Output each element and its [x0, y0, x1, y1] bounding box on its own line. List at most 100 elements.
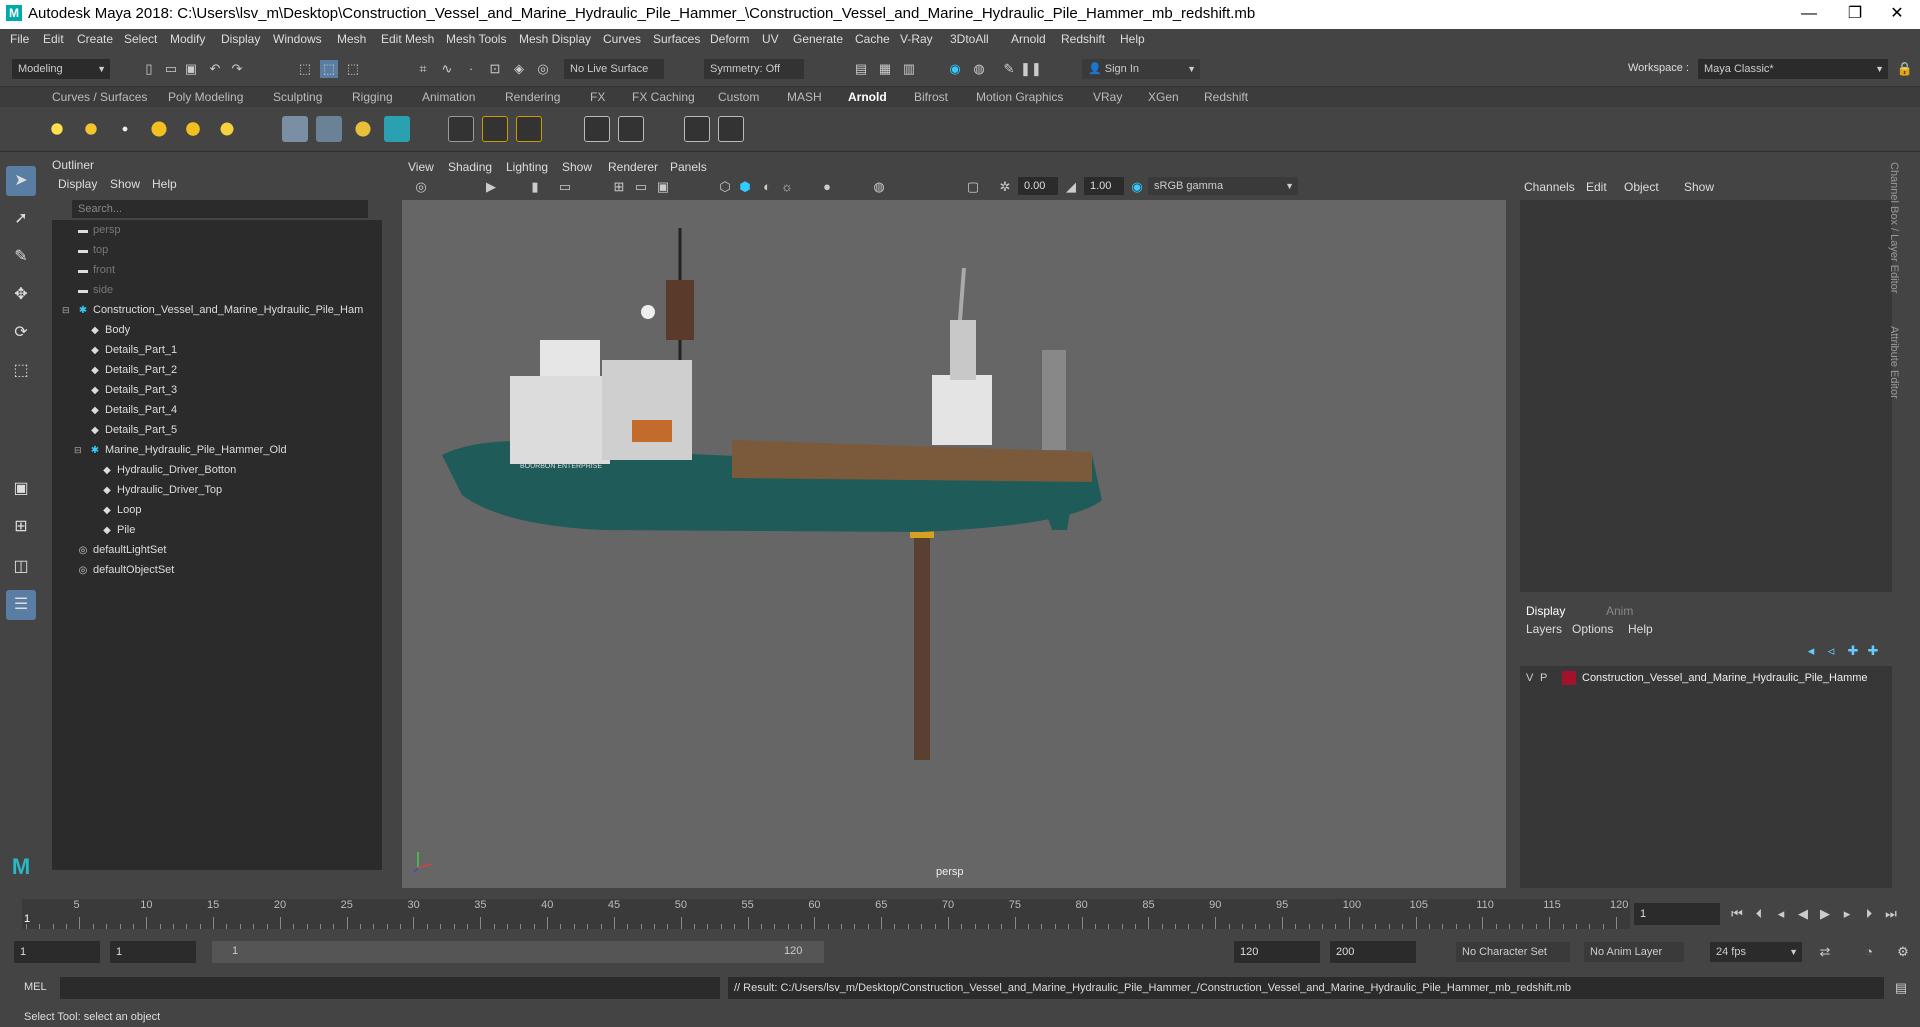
outliner-item[interactable]: ◎ defaultObjectSet — [52, 560, 175, 580]
channel-box-area[interactable] — [1520, 200, 1892, 592]
shelf-tab-arnold[interactable]: Arnold — [848, 90, 887, 104]
snap-curve-icon[interactable]: ∿ — [438, 60, 456, 78]
resolution-gate-icon[interactable]: ▣ — [654, 178, 672, 196]
outliner-menu-help[interactable]: Help — [152, 177, 177, 191]
workspace-dropdown[interactable]: Maya Classic* ▼ — [1698, 59, 1888, 79]
menu-create[interactable]: Create — [77, 32, 113, 46]
camera-attributes-icon[interactable]: ▶ — [482, 178, 500, 196]
auto-key-icon[interactable]: ◔ — [1860, 943, 1878, 961]
close-button[interactable]: ✕ — [1874, 0, 1920, 29]
undo-icon[interactable]: ↶ — [206, 60, 224, 78]
menu-mesh-display[interactable]: Mesh Display — [519, 32, 591, 46]
render-frame-icon[interactable]: ▦ — [876, 60, 894, 78]
channel-menu-edit[interactable]: Edit — [1586, 180, 1607, 194]
character-set-dropdown[interactable]: No Character Set — [1456, 942, 1570, 962]
menu-help[interactable]: Help — [1120, 32, 1145, 46]
outliner-item[interactable]: ◆ Pile — [52, 520, 135, 540]
symmetry-dropdown[interactable]: Symmetry: Off — [704, 59, 804, 79]
photometric-light-icon[interactable] — [112, 116, 138, 142]
image-plane-icon[interactable]: ▭ — [556, 178, 574, 196]
viewport-menu-show[interactable]: Show — [562, 160, 592, 174]
shelf-tab-sculpting[interactable]: Sculpting — [273, 90, 322, 104]
outliner-item[interactable]: ◆ Details_Part_2 — [52, 360, 177, 380]
outliner-item[interactable]: ◆ Details_Part_1 — [52, 340, 177, 360]
layer-playback-toggle[interactable]: P — [1540, 668, 1547, 688]
shelf-tab-curves-surfaces[interactable]: Curves / Surfaces — [52, 90, 147, 104]
viewport-menu-view[interactable]: View — [408, 160, 434, 174]
move-layer-down-icon[interactable]: ◃ — [1822, 642, 1840, 660]
play-backward-icon[interactable]: ◀ — [1794, 905, 1812, 923]
shelf-tab-poly-modeling[interactable]: Poly Modeling — [168, 90, 243, 104]
snap-view-icon[interactable]: ⊡ — [486, 60, 504, 78]
outliner-item[interactable]: ◆ Body — [52, 320, 130, 340]
step-forward-key-icon[interactable]: ⏵ — [1860, 905, 1878, 923]
ipr-render-icon[interactable]: ▥ — [900, 60, 918, 78]
channel-box-side-tab[interactable]: Channel Box / Layer Editor — [1888, 162, 1900, 302]
shelf-tab-vray[interactable]: VRay — [1093, 90, 1122, 104]
new-scene-icon[interactable]: ▯ — [140, 60, 158, 78]
viewport-menu-panels[interactable]: Panels — [670, 160, 707, 174]
shelf-tab-mash[interactable]: MASH — [787, 90, 822, 104]
channel-menu-object[interactable]: Object — [1624, 180, 1659, 194]
render-view-icon[interactable]: ▤ — [852, 60, 870, 78]
toggle-icon[interactable]: ✎ — [1000, 60, 1018, 78]
menu-modify[interactable]: Modify — [170, 32, 205, 46]
exposure-field[interactable]: 0.00 — [1018, 177, 1058, 195]
time-ticks[interactable]: 5 10 15 20 25 30 35 40 45 50 55 60 65 70 75 80 85 90 95 100… — [22, 899, 1630, 929]
scene-end-field[interactable]: 200 — [1330, 941, 1416, 963]
layer-visibility-toggle[interactable]: V — [1526, 668, 1533, 688]
shelf-tab-fx-caching[interactable]: FX Caching — [632, 90, 695, 104]
menu-windows[interactable]: Windows — [273, 32, 322, 46]
restore-button[interactable]: ❐ — [1832, 0, 1878, 29]
layer-tab-display[interactable]: Display — [1526, 604, 1565, 618]
shelf-tab-bifrost[interactable]: Bifrost — [914, 90, 948, 104]
lasso-tool-icon[interactable]: ➚ — [6, 204, 36, 234]
current-time-marker[interactable]: 1 — [24, 913, 30, 925]
step-back-frame-icon[interactable]: ◂ — [1772, 905, 1790, 923]
shelf-tab-xgen[interactable]: XGen — [1148, 90, 1179, 104]
3d-viewport[interactable]: BOURBON ENTERPRISE persp — [402, 200, 1506, 888]
expand-toggle-icon[interactable]: ⊟ — [62, 300, 70, 320]
shelf-tab-motion-graphics[interactable]: Motion Graphics — [976, 90, 1063, 104]
playback-start-field[interactable]: 1 — [110, 941, 196, 963]
smooth-shade-icon[interactable]: ⬢ — [736, 178, 754, 196]
outliner-item[interactable]: ▬ side — [52, 280, 113, 300]
outliner-item[interactable]: ▬ front — [52, 260, 115, 280]
live-surface-field[interactable]: No Live Surface — [564, 59, 664, 79]
area-light-icon[interactable] — [44, 116, 70, 142]
range-slider[interactable]: 1 120 — [212, 941, 824, 963]
menu-edit-mesh[interactable]: Edit Mesh — [381, 32, 434, 46]
light-portal-icon[interactable] — [180, 116, 206, 142]
shelf-tab-animation[interactable]: Animation — [422, 90, 475, 104]
menu-curves[interactable]: Curves — [603, 32, 641, 46]
menu-file[interactable]: File — [10, 32, 29, 46]
current-frame-field[interactable]: 1 — [1634, 903, 1720, 925]
volume-icon[interactable] — [350, 116, 376, 142]
shelf-tab-redshift[interactable]: Redshift — [1204, 90, 1248, 104]
play-forward-icon[interactable]: ▶ — [1816, 905, 1834, 923]
render-settings-icon[interactable]: ◉ — [946, 60, 964, 78]
layer-color-swatch[interactable] — [1562, 671, 1576, 685]
mesh-light-icon[interactable] — [78, 116, 104, 142]
menu-cache[interactable]: Cache — [855, 32, 890, 46]
physical-sky-icon[interactable] — [214, 116, 240, 142]
open-scene-icon[interactable]: ▭ — [162, 60, 180, 78]
step-forward-frame-icon[interactable]: ▸ — [1838, 905, 1856, 923]
layer-name[interactable]: Construction_Vessel_and_Marine_Hydraulic… — [1582, 668, 1868, 688]
wireframe-icon[interactable]: ⬡ — [716, 178, 734, 196]
menu-edit[interactable]: Edit — [43, 32, 64, 46]
layer-menu-help[interactable]: Help — [1628, 622, 1653, 636]
anim-prefs-icon[interactable]: ⚙ — [1894, 943, 1912, 961]
gamma-field[interactable]: 1.00 — [1084, 177, 1124, 195]
render-icon[interactable] — [584, 116, 610, 142]
mode-selector[interactable]: Modeling ▼ — [12, 59, 110, 79]
two-pane-layout-icon[interactable]: ◫ — [6, 552, 36, 582]
new-layer-icon[interactable]: ✚ — [1844, 642, 1862, 660]
color-management-icon[interactable]: ◉ — [1128, 178, 1146, 196]
shadows-icon[interactable]: ● — [818, 178, 836, 196]
command-input[interactable] — [60, 977, 720, 999]
flush-cache-icon[interactable] — [482, 116, 508, 142]
outliner-item[interactable]: ◎ defaultLightSet — [52, 540, 167, 560]
outliner-item[interactable]: ◆ Loop — [52, 500, 141, 520]
mel-label[interactable]: MEL — [24, 981, 47, 993]
